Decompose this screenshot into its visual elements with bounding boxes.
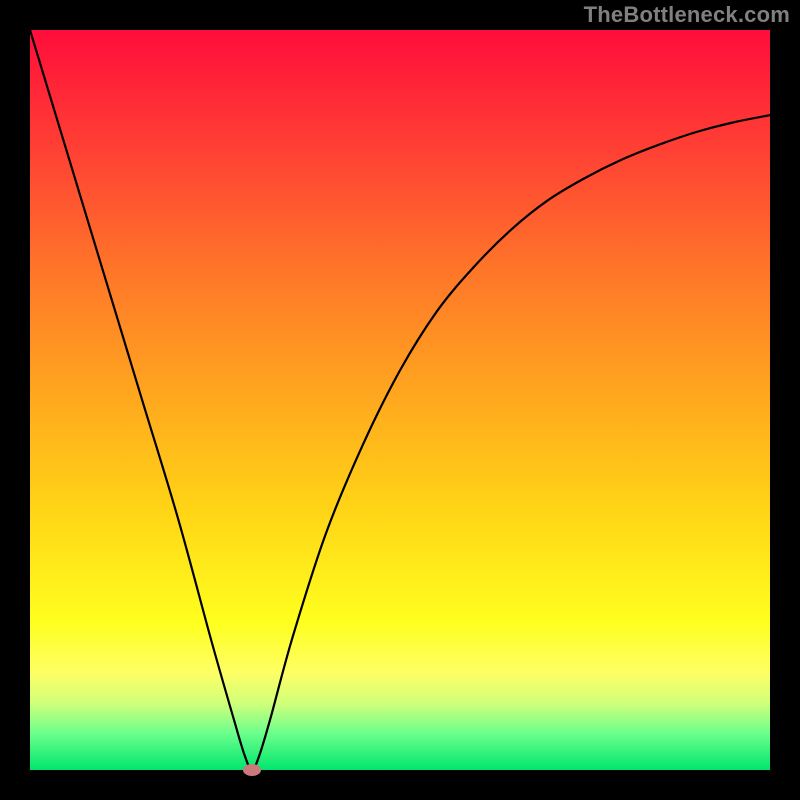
plot-area [30, 30, 770, 770]
watermark-text: TheBottleneck.com [584, 2, 790, 28]
bottleneck-minimum-marker [243, 764, 261, 776]
chart-frame: TheBottleneck.com [0, 0, 800, 800]
bottleneck-curve [30, 30, 770, 770]
